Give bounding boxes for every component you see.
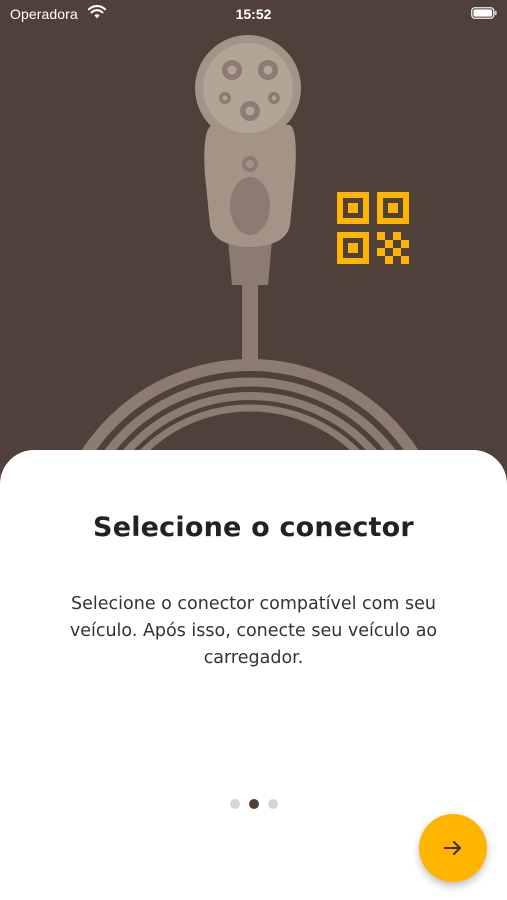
onboarding-title: Selecione o conector — [93, 512, 414, 543]
next-button[interactable] — [419, 814, 487, 882]
page-dot-3[interactable] — [267, 799, 278, 809]
onboarding-description: Selecione o conector compatível com seu … — [69, 594, 438, 668]
page-dot-1[interactable] — [229, 799, 240, 809]
arrow-right-icon — [444, 841, 461, 855]
page-dot-2-active[interactable] — [248, 799, 259, 809]
onboarding-screen: Operadora 15:52 Selecione o conector Sel… — [0, 0, 507, 900]
connector-illustration — [70, 35, 430, 470]
qr-code-icon — [337, 192, 409, 264]
cable — [242, 280, 258, 370]
handle-grip — [230, 177, 270, 235]
page-indicator — [0, 799, 507, 809]
onboarding-sheet: Selecione o conector Selecione o conecto… — [0, 450, 507, 900]
